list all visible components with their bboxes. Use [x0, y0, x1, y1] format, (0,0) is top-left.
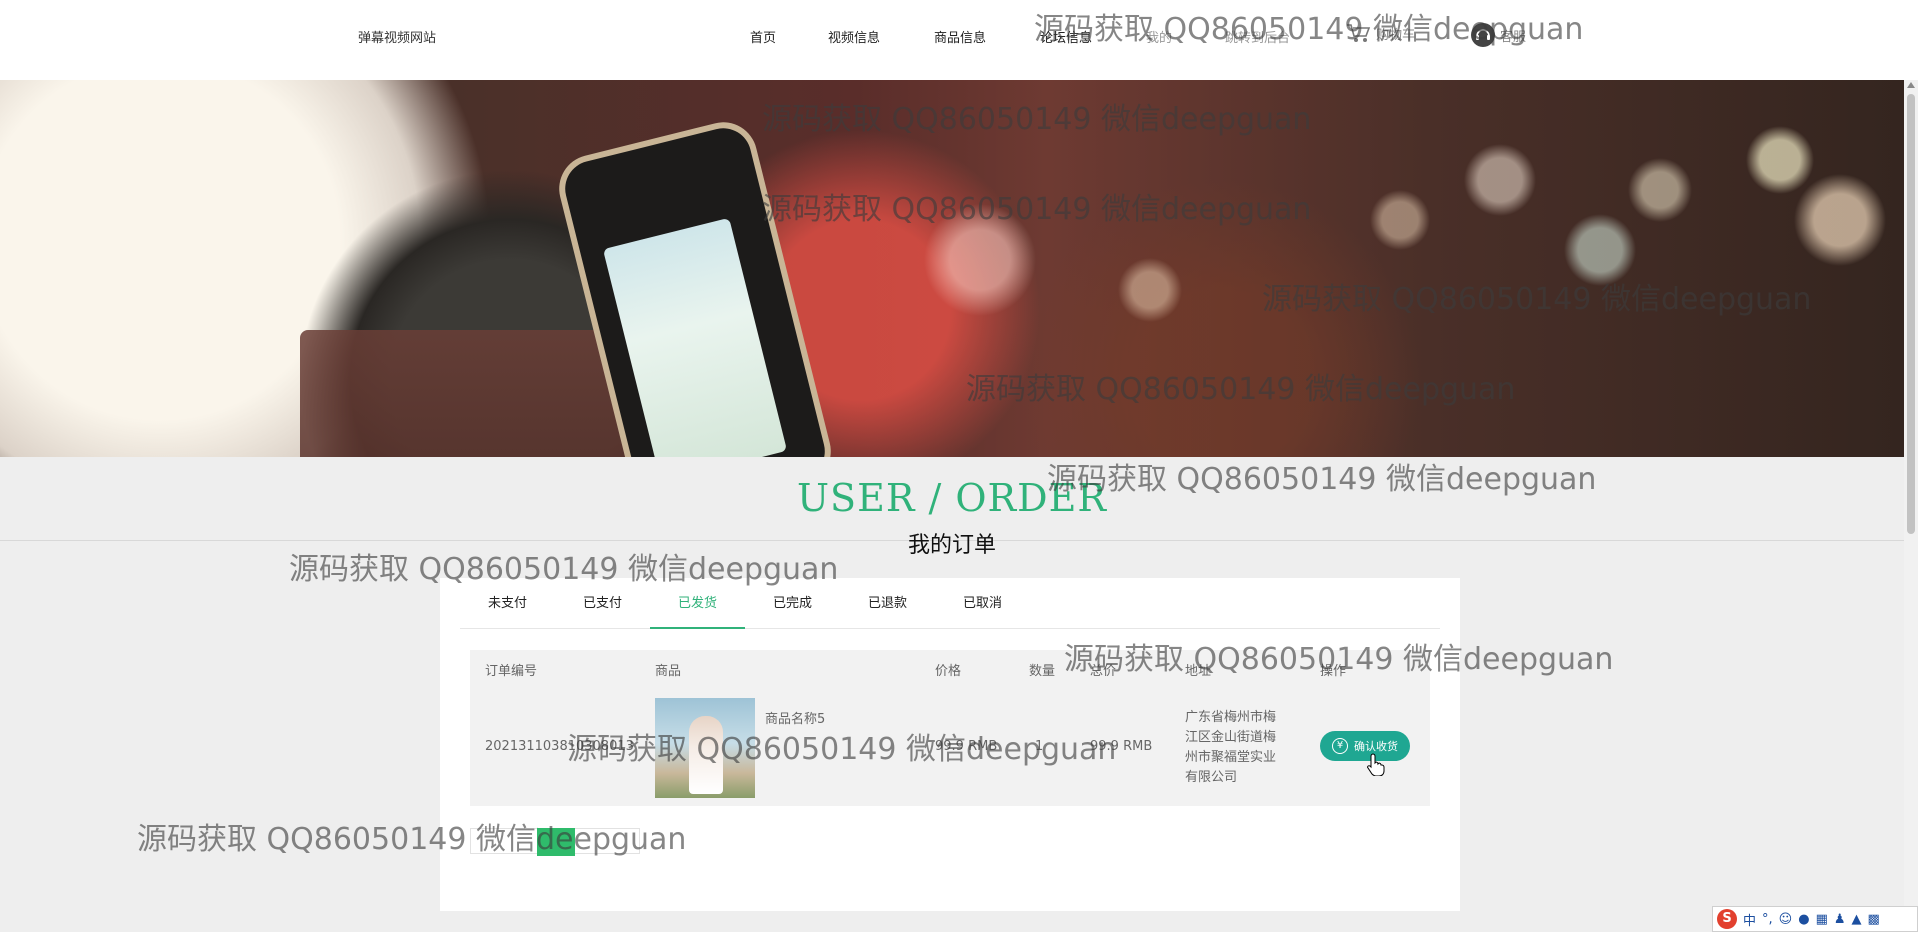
hero-banner — [0, 80, 1904, 457]
order-status-tabs: 未支付 已支付 已发货 已完成 已退款 已取消 — [460, 578, 1440, 629]
col-action: 操作 — [1320, 664, 1347, 679]
address-line: 江区金山街道梅 — [1185, 730, 1277, 745]
product-image[interactable] — [655, 698, 755, 798]
microphone-icon[interactable]: ● — [1798, 912, 1809, 927]
scroll-up-arrow-icon[interactable] — [1907, 82, 1915, 88]
page-current[interactable]: 1 — [537, 828, 575, 856]
nav-videos[interactable]: 视频信息 — [828, 27, 880, 46]
nav-products[interactable]: 商品信息 — [934, 27, 986, 46]
nav-forum[interactable]: 论坛信息 — [1040, 27, 1092, 46]
nav-cart[interactable]: 购物车 — [1346, 22, 1415, 44]
cart-label: 购物车 — [1376, 27, 1416, 43]
hand-cursor-icon — [1367, 753, 1385, 776]
skin-icon[interactable]: ▲ — [1852, 912, 1862, 927]
price-value: 99.9 RMB — [935, 739, 998, 754]
user-icon[interactable]: ♟ — [1834, 912, 1846, 927]
nav-service[interactable]: 客服 — [1470, 22, 1526, 48]
address-line: 广东省梅州市梅 — [1185, 710, 1277, 725]
section-title: USER / ORDER — [797, 476, 1107, 520]
site-brand[interactable]: 弹幕视频网站 — [358, 27, 436, 46]
product-name[interactable]: 商品名称5 — [765, 708, 825, 727]
yen-icon: ¥ — [1332, 738, 1348, 754]
col-product: 商品 — [655, 664, 682, 679]
tab-completed[interactable]: 已完成 — [745, 578, 840, 629]
service-label: 客服 — [1500, 29, 1527, 45]
total-value: 99.9 RMB — [1090, 739, 1153, 754]
address-line: 有限公司 — [1185, 770, 1238, 785]
page-scrollbar[interactable] — [1904, 80, 1918, 906]
nav-admin[interactable]: 跳转到后台 — [1225, 27, 1290, 46]
section-subtitle: 我的订单 — [907, 533, 996, 558]
tab-cancelled[interactable]: 已取消 — [935, 578, 1030, 629]
product-figure-shape — [689, 716, 723, 794]
address-line: 州市聚福堂实业 — [1185, 750, 1277, 765]
col-address: 地址 — [1185, 664, 1212, 679]
confirm-receipt-button[interactable]: ¥ 确认收货 — [1320, 731, 1410, 761]
col-order-no: 订单编号 — [485, 664, 538, 679]
ime-language[interactable]: 中 — [1743, 910, 1756, 929]
emoji-icon[interactable]: ☺ — [1779, 912, 1793, 927]
col-quantity: 数量 — [1029, 664, 1056, 679]
nav-mine[interactable]: 我的 — [1146, 27, 1172, 46]
order-number: 202131103810308013 — [485, 739, 634, 754]
order-table: 订单编号 商品 价格 数量 总价 地址 操作 20213110381030801… — [470, 650, 1430, 806]
punctuation-icon[interactable]: °, — [1762, 912, 1773, 927]
col-total: 总价 — [1090, 664, 1117, 679]
order-card: 未支付 已支付 已发货 已完成 已退款 已取消 订单编号 商品 价格 数量 总价… — [440, 578, 1460, 911]
sogou-logo-icon: S — [1717, 909, 1737, 929]
headset-icon — [1471, 23, 1495, 47]
quantity-value: 1 — [1035, 739, 1044, 754]
top-navbar: 弹幕视频网站 首页 视频信息 商品信息 论坛信息 我的 跳转到后台 购物车 客服 — [0, 0, 1918, 80]
tab-refunded[interactable]: 已退款 — [840, 578, 935, 629]
nav-home[interactable]: 首页 — [750, 27, 776, 46]
tab-shipped[interactable]: 已发货 — [650, 578, 745, 629]
keyboard-icon[interactable]: ▦ — [1816, 912, 1828, 927]
scrollbar-thumb[interactable] — [1907, 94, 1915, 534]
address-value: 广东省梅州市梅 江区金山街道梅 州市聚福堂实业 有限公司 — [1185, 708, 1276, 788]
col-price: 价格 — [935, 664, 962, 679]
grid-menu-icon[interactable]: ▩ — [1868, 912, 1880, 927]
cart-icon — [1347, 24, 1371, 42]
pagination: 1 — [470, 828, 640, 856]
tab-paid[interactable]: 已支付 — [555, 578, 650, 629]
ime-toolbar[interactable]: S 中 °, ☺ ● ▦ ♟ ▲ ▩ — [1712, 906, 1918, 932]
tab-unpaid[interactable]: 未支付 — [460, 578, 555, 629]
